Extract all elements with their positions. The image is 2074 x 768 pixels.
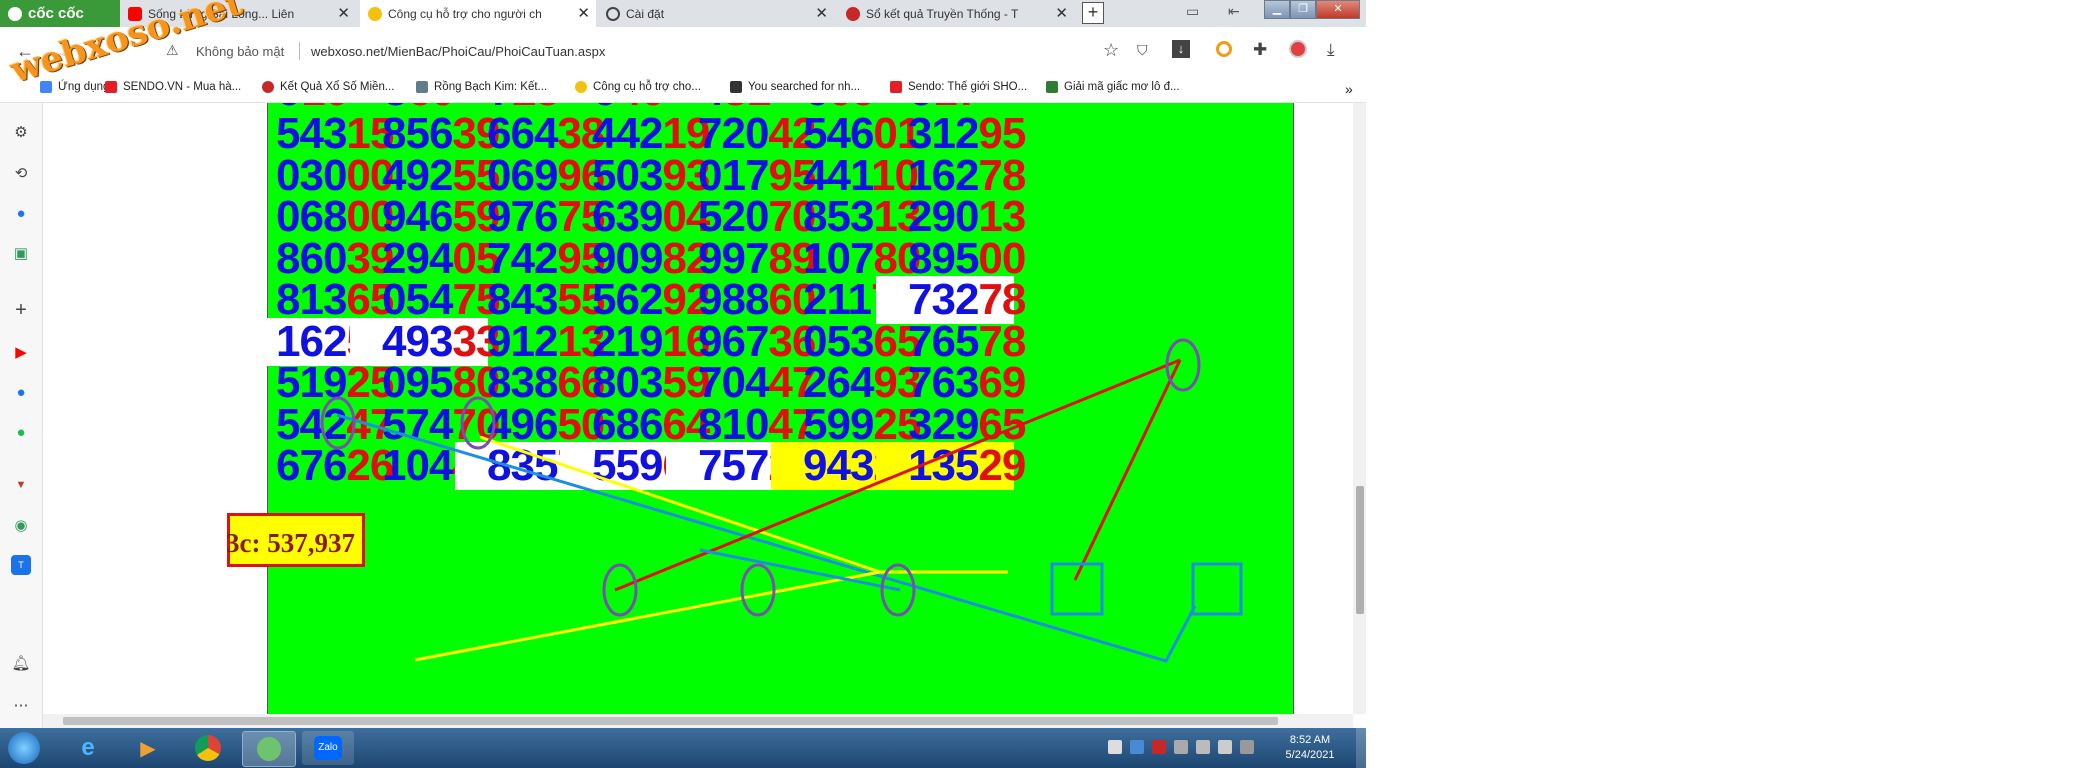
digit-circle xyxy=(320,396,356,450)
digit-circle xyxy=(740,563,776,617)
taskbar-coccoc[interactable] xyxy=(242,731,296,767)
horizontal-scrollbar[interactable] xyxy=(43,714,1353,728)
network-icon[interactable] xyxy=(1196,740,1210,754)
coccoc-icon xyxy=(257,737,281,761)
tray-v-icon[interactable] xyxy=(1152,740,1166,754)
clock-time: 8:52 AM xyxy=(1289,734,1331,746)
taskbar-ie[interactable]: e xyxy=(62,731,114,765)
show-desktop-button[interactable] xyxy=(1356,728,1366,768)
taskbar-media[interactable]: ▶ xyxy=(122,731,174,765)
red-trend-line xyxy=(1073,359,1182,581)
digit-circle xyxy=(602,563,638,617)
highlight-box xyxy=(1191,562,1243,616)
ie-icon: e xyxy=(81,734,95,761)
clock-date: 5/24/2021 xyxy=(1285,749,1335,761)
clock[interactable]: 8:52 AM 5/24/2021 xyxy=(1270,733,1350,763)
highlight-box xyxy=(1050,562,1104,616)
volume-icon[interactable] xyxy=(1218,740,1232,754)
chrome-icon xyxy=(195,735,221,761)
taskbar-zalo[interactable]: Zalo xyxy=(302,731,354,765)
scroll-thumb[interactable] xyxy=(1356,486,1364,614)
start-button[interactable] xyxy=(6,731,42,765)
digit-circle xyxy=(460,396,496,450)
red-trend-line xyxy=(614,358,1181,592)
vertical-scrollbar[interactable] xyxy=(1353,103,1366,714)
taskbar-chrome[interactable] xyxy=(182,731,234,765)
annotation-overlay xyxy=(320,338,1243,663)
blue-trend-line xyxy=(336,413,1197,663)
tray-flag-icon[interactable] xyxy=(1174,740,1188,754)
tray-icon[interactable] xyxy=(1108,740,1122,754)
zalo-icon: Zalo xyxy=(314,736,342,760)
yellow-trend-line xyxy=(414,570,1008,662)
windows-orb-icon xyxy=(8,732,40,764)
media-player-icon: ▶ xyxy=(140,737,156,760)
digit-circle xyxy=(1165,338,1201,392)
skype-icon[interactable] xyxy=(1130,740,1144,754)
taskbar: e ▶ Zalo 8:52 AM 5/24/2021 xyxy=(0,728,1366,768)
yellow-trend-line xyxy=(479,435,881,574)
battery-icon[interactable] xyxy=(1240,740,1254,754)
hscroll-thumb[interactable] xyxy=(63,717,1278,725)
